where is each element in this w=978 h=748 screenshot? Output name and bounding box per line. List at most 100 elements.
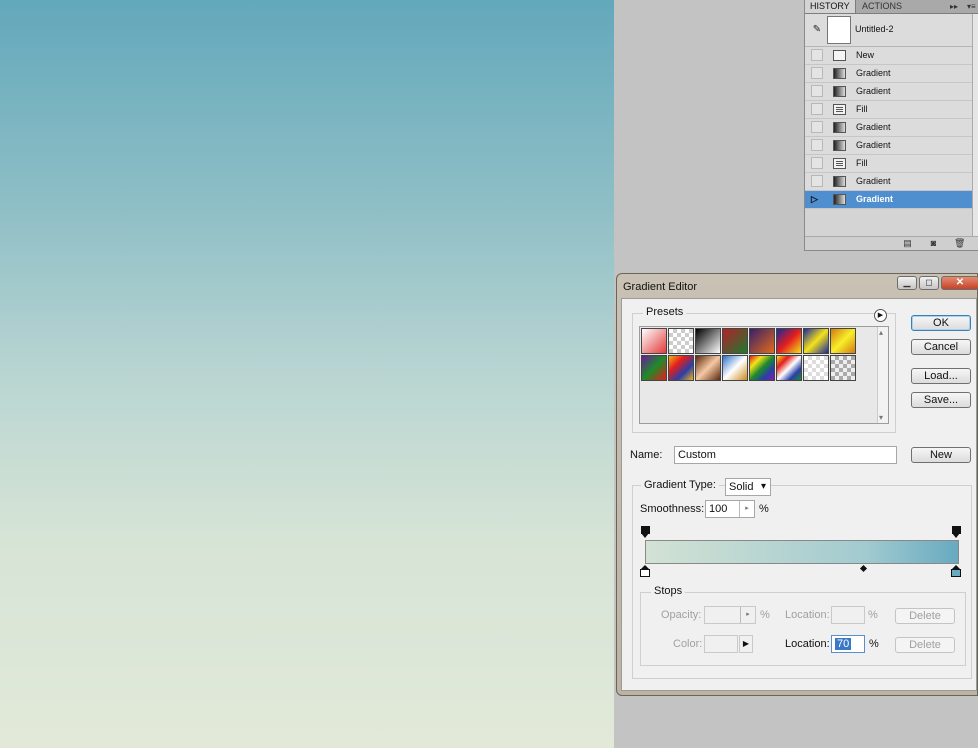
- new-document-from-state-icon[interactable]: ▤: [903, 239, 912, 248]
- preset-swatch[interactable]: [803, 328, 829, 354]
- history-source-checkbox[interactable]: [811, 121, 823, 133]
- opacity-stepper-icon: ▸: [740, 607, 755, 623]
- maximize-icon[interactable]: ◻: [919, 276, 939, 290]
- opacity-location-label: Location:: [785, 609, 830, 621]
- history-state-row[interactable]: New: [805, 47, 973, 65]
- history-scrollbar[interactable]: [972, 14, 978, 236]
- minimize-icon[interactable]: ▁: [897, 276, 917, 290]
- delete-color-stop-button: Delete: [895, 637, 955, 653]
- color-midpoint-diamond[interactable]: [859, 564, 868, 573]
- history-state-row[interactable]: Gradient: [805, 173, 973, 191]
- preset-swatch[interactable]: [695, 355, 721, 381]
- history-source-checkbox[interactable]: [811, 49, 823, 61]
- history-state-row[interactable]: Gradient: [805, 137, 973, 155]
- gradient-settings-group: Gradient Type: Solid Smoothness: 100 ▸ %…: [632, 478, 972, 679]
- history-state-row[interactable]: Gradient: [805, 83, 973, 101]
- gradient-icon: [833, 176, 846, 187]
- gradient-icon: [833, 122, 846, 133]
- preset-swatch[interactable]: [749, 328, 775, 354]
- presets-group: Presets ▶: [632, 306, 896, 433]
- opacity-input: ▸: [704, 606, 756, 624]
- history-source-checkbox[interactable]: [811, 157, 823, 169]
- history-source-checkbox[interactable]: [811, 67, 823, 79]
- gradient-preview-bar[interactable]: [645, 540, 959, 564]
- tab-actions[interactable]: ACTIONS: [857, 0, 907, 13]
- gradient-icon: [833, 140, 846, 151]
- dialog-title: Gradient Editor: [623, 281, 697, 293]
- new-document-icon: [833, 50, 846, 61]
- presets-menu-icon[interactable]: ▶: [874, 309, 887, 322]
- opacity-stop-left[interactable]: [641, 526, 650, 538]
- color-stop-left[interactable]: [640, 565, 650, 577]
- collapse-icon[interactable]: ▸▸: [950, 0, 958, 13]
- preset-swatch[interactable]: [830, 328, 856, 354]
- history-state-row[interactable]: Gradient: [805, 119, 973, 137]
- delete-icon[interactable]: 🗑: [954, 239, 965, 248]
- preset-swatch[interactable]: [776, 328, 802, 354]
- history-source-checkbox[interactable]: [811, 85, 823, 97]
- history-state-label: Fill: [856, 104, 868, 114]
- color-label: Color:: [673, 638, 703, 650]
- new-button[interactable]: New: [911, 447, 971, 463]
- stops-label: Stops: [651, 585, 686, 597]
- history-state-row[interactable]: Gradient: [805, 65, 973, 83]
- opacity-unit: %: [760, 609, 770, 621]
- history-list: New Gradient Gradient Fill Gradient Gradient F…: [805, 47, 973, 209]
- snapshot-row[interactable]: ✎ Untitled-2: [805, 14, 973, 47]
- opacity-label: Opacity:: [661, 609, 702, 621]
- history-source-checkbox[interactable]: [811, 139, 823, 151]
- opacity-location-input: [831, 606, 865, 624]
- preset-swatch[interactable]: [749, 355, 775, 381]
- history-brush-icon[interactable]: ✎: [811, 24, 823, 36]
- panel-menu-icon[interactable]: ▾≡: [967, 0, 976, 13]
- preset-swatch[interactable]: [695, 328, 721, 354]
- save-button[interactable]: Save...: [911, 392, 971, 408]
- history-source-checkbox[interactable]: [811, 103, 823, 115]
- smoothness-unit: %: [759, 503, 769, 515]
- history-state-row[interactable]: Fill: [805, 155, 973, 173]
- preset-swatch[interactable]: [803, 355, 829, 381]
- preset-swatch[interactable]: [722, 355, 748, 381]
- presets-list: [639, 326, 889, 424]
- preset-swatch[interactable]: [668, 355, 694, 381]
- preset-swatch[interactable]: [776, 355, 802, 381]
- history-state-label: Fill: [856, 158, 868, 168]
- cancel-button[interactable]: Cancel: [911, 339, 971, 355]
- dialog-titlebar[interactable]: Gradient Editor ▁ ◻ ✕: [617, 274, 978, 298]
- history-state-label: New: [856, 50, 875, 60]
- ok-button[interactable]: OK: [911, 315, 971, 331]
- preset-swatch[interactable]: [830, 355, 856, 381]
- snapshot-thumbnail: [827, 16, 851, 44]
- history-state-row[interactable]: Fill: [805, 101, 973, 119]
- preset-swatch[interactable]: [722, 328, 748, 354]
- gradient-icon: [833, 68, 846, 79]
- preset-swatch[interactable]: [641, 328, 667, 354]
- name-label: Name:: [630, 449, 663, 461]
- smoothness-stepper-icon[interactable]: ▸: [739, 501, 754, 517]
- color-stop-right[interactable]: [951, 565, 961, 577]
- gradient-type-label: Gradient Type:: [641, 479, 719, 491]
- name-field[interactable]: Custom: [674, 446, 897, 464]
- close-icon[interactable]: ✕: [941, 276, 978, 290]
- history-state-label: Gradient: [856, 140, 891, 150]
- load-button[interactable]: Load...: [911, 368, 971, 384]
- opacity-stop-right[interactable]: [952, 526, 961, 538]
- panel-tab-bar: HISTORY ACTIONS ▸▸ ▾≡: [805, 0, 978, 14]
- smoothness-input[interactable]: 100 ▸: [705, 500, 755, 518]
- preset-swatch[interactable]: [641, 355, 667, 381]
- gradient-type-select[interactable]: Solid: [725, 478, 771, 496]
- current-state-arrow-icon[interactable]: ▷: [811, 193, 823, 205]
- color-picker-arrow-icon: ▶: [739, 635, 753, 653]
- preset-swatch[interactable]: [668, 328, 694, 354]
- color-location-value: 70: [835, 638, 852, 650]
- history-source-checkbox[interactable]: [811, 175, 823, 187]
- history-state-row[interactable]: ▷ Gradient: [805, 191, 973, 209]
- new-snapshot-icon[interactable]: ◙: [929, 239, 938, 248]
- color-location-input[interactable]: 70: [831, 635, 865, 653]
- tab-history[interactable]: HISTORY: [805, 0, 856, 13]
- history-panel: HISTORY ACTIONS ▸▸ ▾≡ ✎ Untitled-2 New Gr…: [804, 0, 978, 251]
- stops-group: Stops Opacity: ▸ % Location: % Delete Co…: [640, 585, 966, 666]
- document-canvas[interactable]: [0, 0, 614, 748]
- history-state-label: Gradient: [856, 122, 891, 132]
- presets-scrollbar[interactable]: [877, 327, 888, 423]
